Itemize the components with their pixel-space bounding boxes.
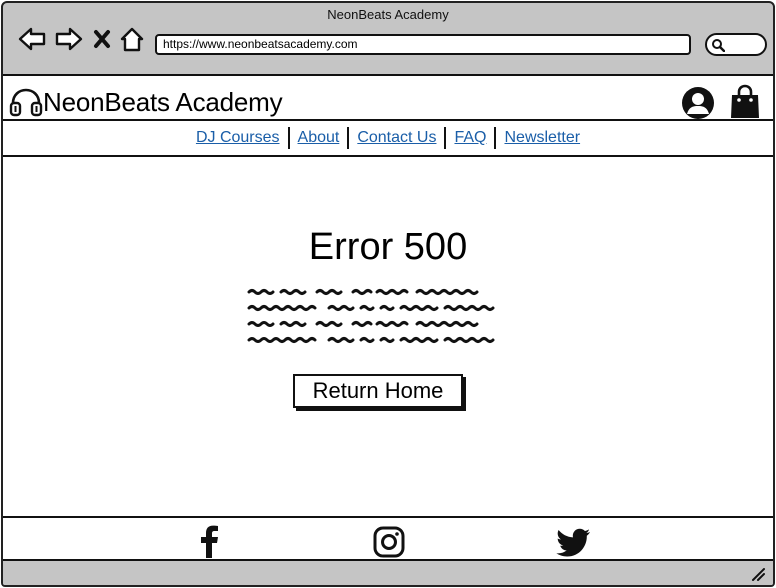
- back-icon[interactable]: [17, 25, 47, 53]
- twitter-icon[interactable]: [556, 525, 592, 559]
- site-header: NeonBeats Academy: [3, 76, 773, 121]
- search-icon: [712, 39, 725, 52]
- home-icon[interactable]: [119, 25, 145, 53]
- error-heading: Error 500: [308, 226, 468, 268]
- return-home-button[interactable]: Return Home: [293, 374, 463, 408]
- nav-link-faq[interactable]: FAQ: [446, 129, 494, 147]
- main-nav: DJ Courses About Contact Us FAQ Newslett…: [3, 121, 773, 157]
- nav-link-dj-courses[interactable]: DJ Courses: [188, 129, 288, 147]
- nav-link-about[interactable]: About: [290, 129, 348, 147]
- status-bar: [3, 563, 773, 585]
- forward-icon[interactable]: [54, 25, 84, 53]
- resize-grip-icon[interactable]: [751, 567, 765, 581]
- web-page: NeonBeats Academy DJ Courses About Conta…: [3, 74, 773, 561]
- nav-link-contact-us[interactable]: Contact Us: [349, 129, 444, 147]
- window-title: NeonBeats Academy: [327, 7, 449, 22]
- site-logo[interactable]: NeonBeats Academy: [43, 87, 283, 118]
- account-icon[interactable]: [681, 86, 715, 120]
- address-bar[interactable]: https://www.neonbeatsacademy.com: [155, 34, 691, 55]
- nav-link-newsletter[interactable]: Newsletter: [496, 129, 588, 147]
- close-icon[interactable]: [91, 25, 113, 53]
- browser-search-field[interactable]: [705, 33, 767, 56]
- facebook-icon[interactable]: [193, 525, 227, 559]
- shopping-bag-icon[interactable]: [729, 84, 761, 120]
- placeholder-text-block: [247, 289, 495, 343]
- headphones-icon: [9, 87, 43, 117]
- browser-window: NeonBeats Academy https://www.neonbeatsa…: [1, 1, 775, 587]
- site-footer: [3, 516, 773, 561]
- instagram-icon[interactable]: [372, 525, 406, 559]
